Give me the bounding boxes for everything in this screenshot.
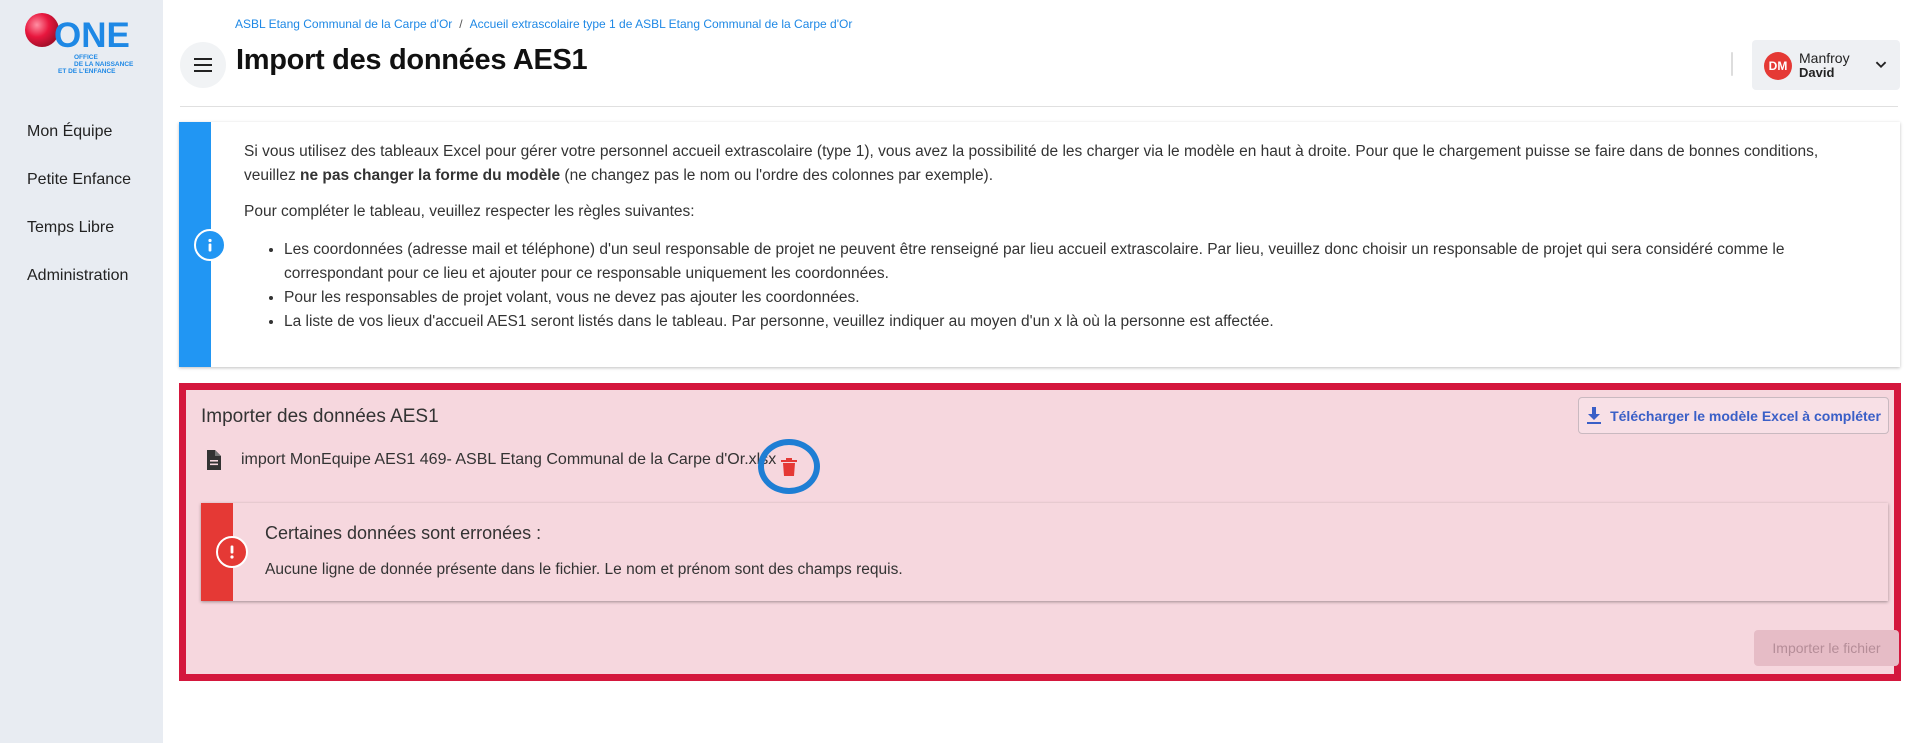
user-menu[interactable]: DM Manfroy David — [1752, 40, 1900, 90]
header-separator — [180, 106, 1898, 107]
download-icon — [1587, 406, 1602, 424]
sidebar-item-petite-enfance[interactable]: Petite Enfance — [0, 156, 163, 204]
user-first-name: David — [1799, 65, 1835, 80]
menu-button[interactable] — [180, 42, 226, 88]
svg-text:ET DE L'ENFANCE: ET DE L'ENFANCE — [58, 68, 116, 75]
list-item: La liste de vos lieux d'accueil AES1 ser… — [284, 310, 1874, 334]
hamburger-menu-icon — [194, 58, 212, 72]
header-divider — [1731, 52, 1733, 76]
user-last-name: Manfroy — [1799, 50, 1850, 66]
download-template-button[interactable]: Télécharger le modèle Excel à compléter — [1578, 397, 1889, 434]
sidebar-item-mon-equipe[interactable]: Mon Équipe — [0, 108, 163, 156]
error-icon — [216, 536, 248, 568]
breadcrumb: ASBL Etang Communal de la Carpe d'Or / Acc… — [235, 17, 852, 31]
info-content: Si vous utilisez des tableaux Excel pour… — [244, 140, 1874, 334]
info-intro-bold: ne pas changer la forme du modèle — [300, 167, 561, 184]
import-panel: Importer des données AES1 Télécharger le… — [179, 383, 1901, 681]
info-alert: Si vous utilisez des tableaux Excel pour… — [179, 122, 1900, 367]
sidebar: ONE OFFICE DE LA NAISSANCE ET DE L'ENFAN… — [0, 0, 163, 743]
download-template-label: Télécharger le modèle Excel à compléter — [1610, 407, 1881, 424]
error-message: Aucune ligne de donnée présente dans le … — [265, 561, 903, 578]
list-item: Pour les responsables de projet volant, … — [284, 286, 1874, 310]
info-rules-list: Les coordonnées (adresse mail et télépho… — [270, 238, 1874, 334]
sidebar-item-administration[interactable]: Administration — [0, 252, 163, 300]
list-item: Les coordonnées (adresse mail et télépho… — [284, 238, 1874, 286]
file-document-icon — [207, 450, 221, 470]
sidebar-nav: Mon Équipe Petite Enfance Temps Libre Ad… — [0, 108, 163, 300]
svg-text:DE LA NAISSANCE: DE LA NAISSANCE — [74, 61, 134, 68]
file-row: import MonEquipe AES1 469- ASBL Etang Co… — [201, 440, 776, 480]
breadcrumb-separator: / — [459, 17, 463, 31]
chevron-down-icon — [1875, 61, 1887, 69]
avatar: DM — [1764, 52, 1792, 80]
trash-icon — [781, 457, 797, 476]
info-intro: Si vous utilisez des tableaux Excel pour… — [244, 143, 1819, 184]
file-name: import MonEquipe AES1 469- ASBL Etang Co… — [241, 451, 777, 468]
sidebar-item-temps-libre[interactable]: Temps Libre — [0, 204, 163, 252]
error-alert: Certaines données sont erronées : Aucune… — [201, 503, 1888, 601]
delete-file-button[interactable] — [758, 439, 820, 494]
svg-text:OFFICE: OFFICE — [74, 54, 98, 61]
one-logo[interactable]: ONE OFFICE DE LA NAISSANCE ET DE L'ENFAN… — [24, 10, 136, 80]
error-title: Certaines données sont erronées : — [265, 523, 542, 543]
info-icon — [194, 229, 226, 261]
import-file-button[interactable]: Importer le fichier — [1754, 630, 1899, 666]
info-rules-intro: Pour compléter le tableau, veuillez resp… — [244, 203, 695, 220]
svg-text:ONE: ONE — [54, 16, 130, 55]
page-title: Import des données AES1 — [236, 44, 588, 76]
import-panel-title: Importer des données AES1 — [201, 406, 439, 427]
breadcrumb-item-organisation[interactable]: ASBL Etang Communal de la Carpe d'Or — [235, 17, 452, 31]
breadcrumb-item-accueil[interactable]: Accueil extrascolaire type 1 de ASBL Eta… — [470, 17, 853, 31]
